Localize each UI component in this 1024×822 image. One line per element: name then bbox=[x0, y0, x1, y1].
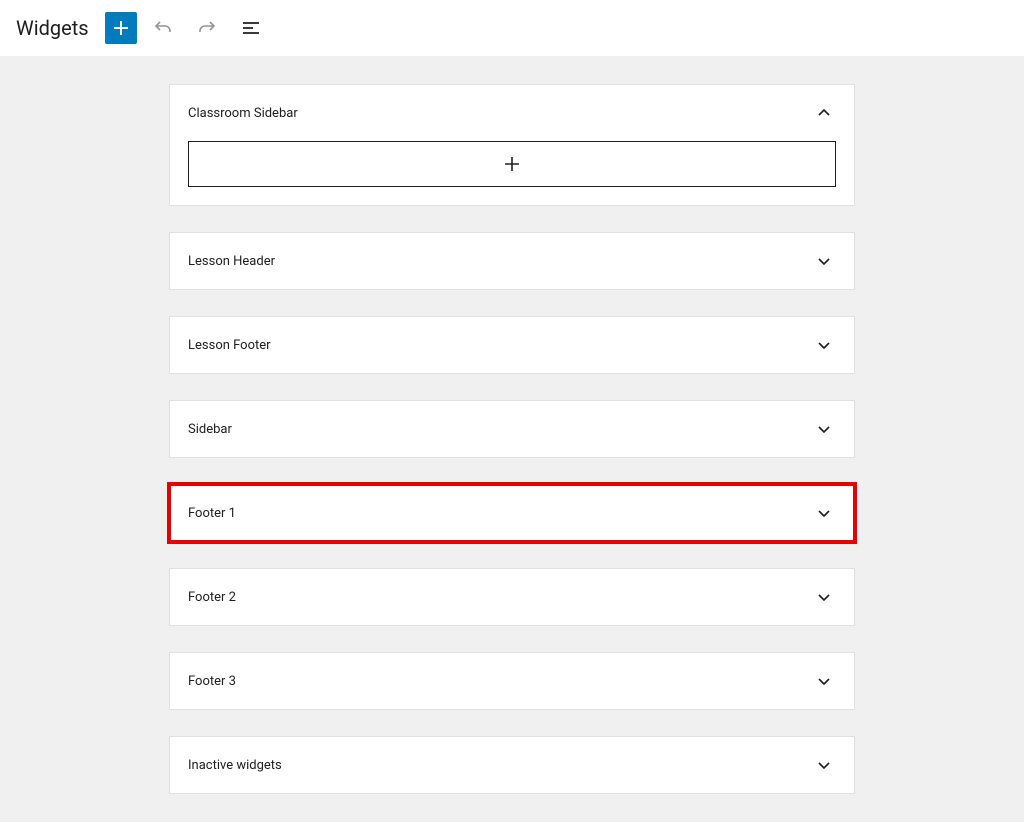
undo-button[interactable] bbox=[145, 10, 181, 46]
panel-title: Footer 1 bbox=[188, 506, 236, 521]
panel-footer-2: Footer 2 bbox=[169, 568, 855, 626]
panel-header[interactable]: Footer 1 bbox=[170, 485, 854, 541]
toolbar: Widgets bbox=[0, 0, 1024, 56]
list-view-button[interactable] bbox=[233, 10, 269, 46]
plus-icon bbox=[500, 152, 524, 176]
panel-header[interactable]: Footer 3 bbox=[170, 653, 854, 709]
panel-title: Lesson Header bbox=[188, 254, 275, 269]
chevron-down-icon bbox=[812, 585, 836, 609]
chevron-down-icon bbox=[812, 669, 836, 693]
widget-areas: Classroom Sidebar Lesson Header Lesson F… bbox=[0, 56, 1024, 822]
panel-header[interactable]: Inactive widgets bbox=[170, 737, 854, 793]
plus-icon bbox=[109, 16, 133, 40]
panel-title: Footer 3 bbox=[188, 674, 236, 689]
panel-header[interactable]: Lesson Footer bbox=[170, 317, 854, 373]
panel-title: Classroom Sidebar bbox=[188, 106, 298, 121]
panel-lesson-header: Lesson Header bbox=[169, 232, 855, 290]
undo-icon bbox=[151, 16, 175, 40]
list-view-icon bbox=[239, 16, 263, 40]
panel-header[interactable]: Sidebar bbox=[170, 401, 854, 457]
add-block-inline-button[interactable] bbox=[188, 141, 836, 187]
chevron-down-icon bbox=[812, 501, 836, 525]
panel-inactive-widgets: Inactive widgets bbox=[169, 736, 855, 794]
chevron-up-icon bbox=[812, 101, 836, 125]
panel-footer-1: Footer 1 bbox=[169, 484, 855, 542]
redo-icon bbox=[195, 16, 219, 40]
chevron-down-icon bbox=[812, 333, 836, 357]
panel-header[interactable]: Lesson Header bbox=[170, 233, 854, 289]
panel-footer-3: Footer 3 bbox=[169, 652, 855, 710]
chevron-down-icon bbox=[812, 753, 836, 777]
panel-title: Footer 2 bbox=[188, 590, 236, 605]
panel-title: Lesson Footer bbox=[188, 338, 271, 353]
panel-header[interactable]: Classroom Sidebar bbox=[170, 85, 854, 141]
panel-title: Sidebar bbox=[188, 422, 232, 437]
add-block-button[interactable] bbox=[105, 12, 137, 44]
panel-body bbox=[170, 141, 854, 205]
panel-classroom-sidebar: Classroom Sidebar bbox=[169, 84, 855, 206]
panel-lesson-footer: Lesson Footer bbox=[169, 316, 855, 374]
page-title: Widgets bbox=[16, 16, 89, 40]
redo-button[interactable] bbox=[189, 10, 225, 46]
panel-sidebar: Sidebar bbox=[169, 400, 855, 458]
chevron-down-icon bbox=[812, 249, 836, 273]
chevron-down-icon bbox=[812, 417, 836, 441]
panel-title: Inactive widgets bbox=[188, 758, 282, 773]
panel-header[interactable]: Footer 2 bbox=[170, 569, 854, 625]
